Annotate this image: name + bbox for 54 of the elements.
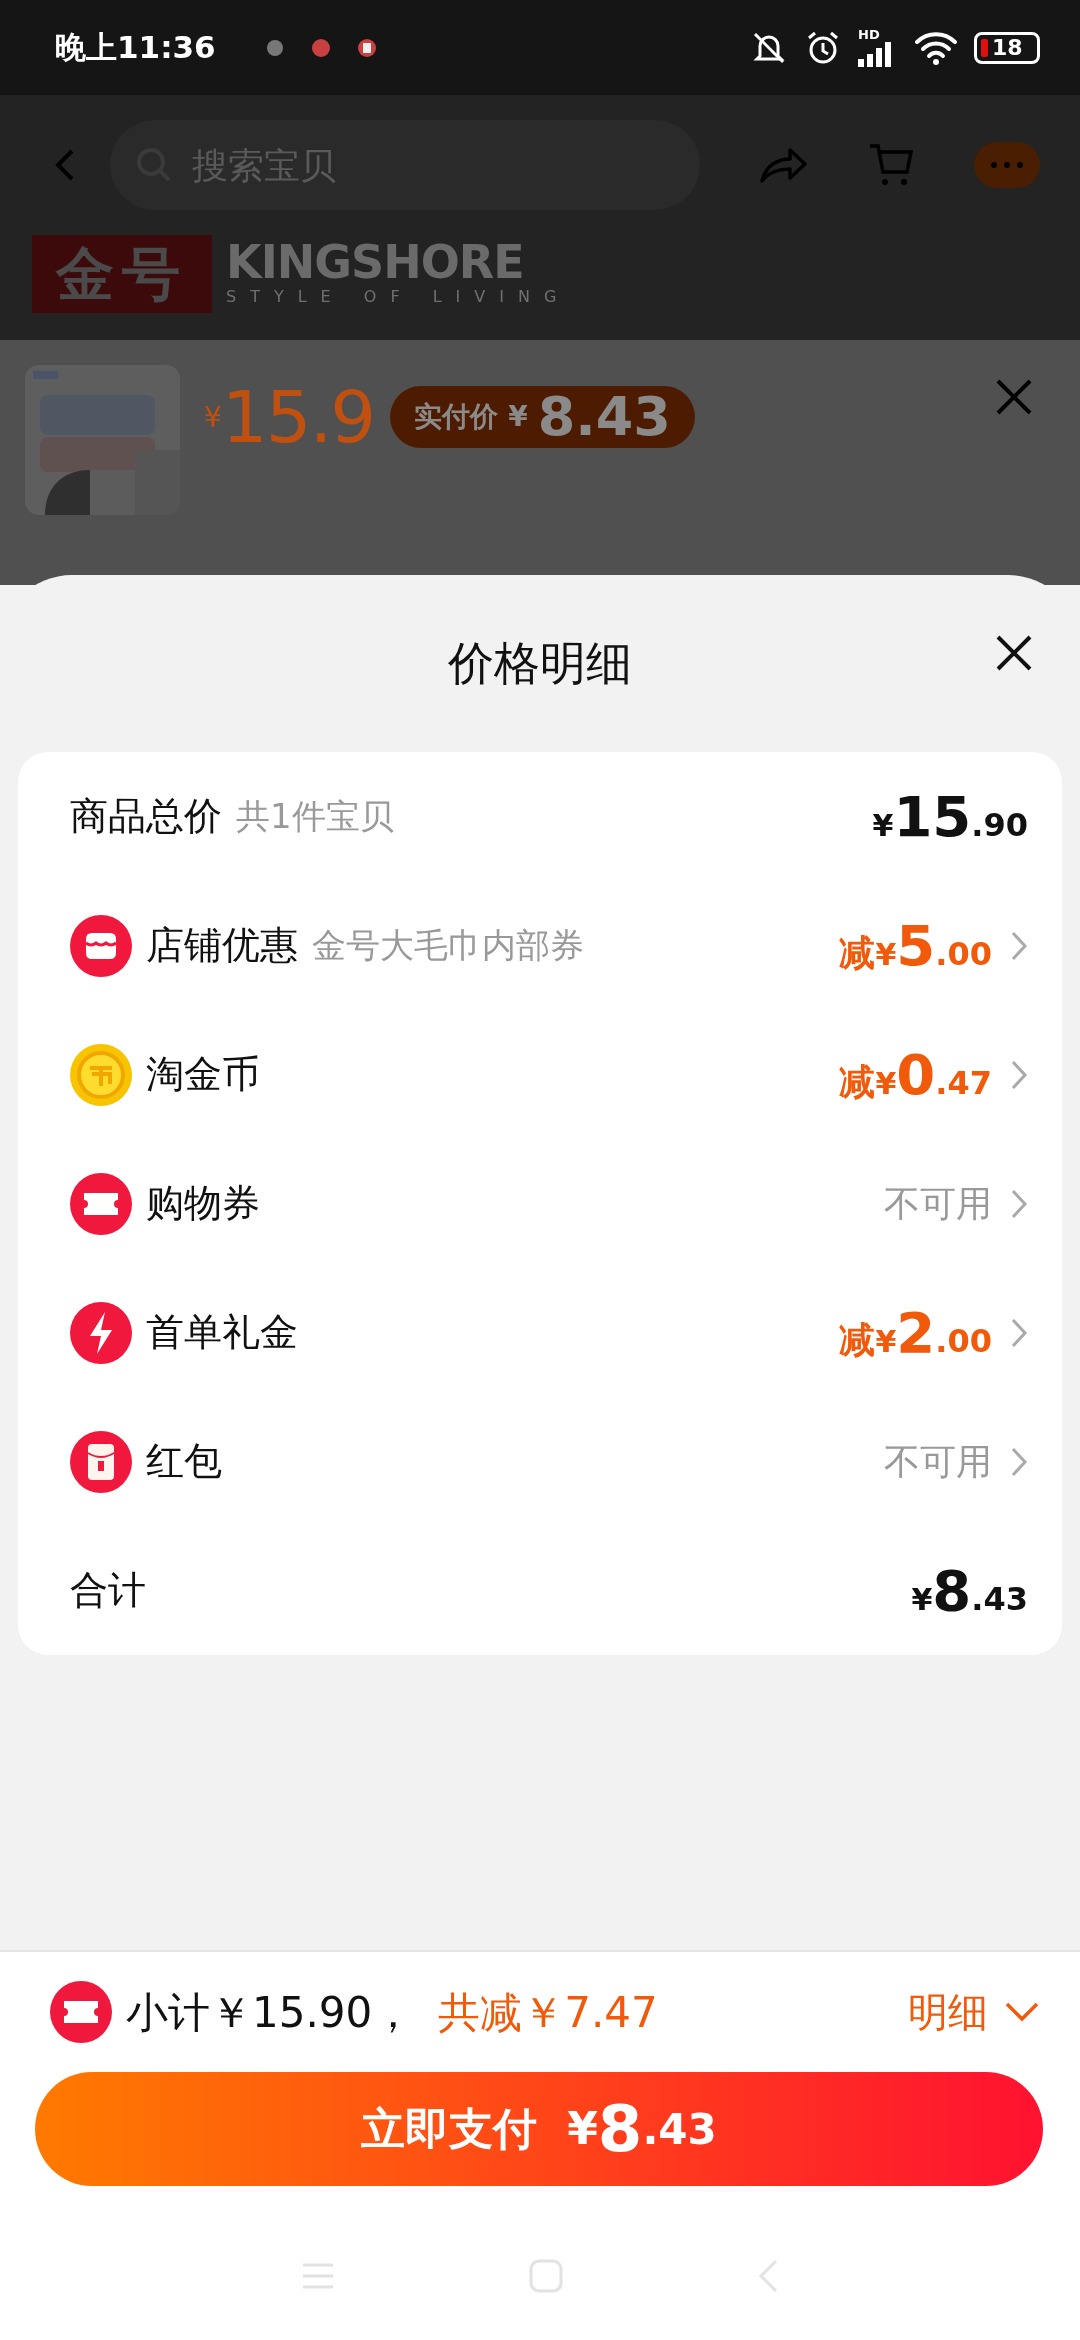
back-icon[interactable] — [756, 2258, 780, 2294]
wifi-icon — [914, 29, 958, 66]
discount-amount: 减¥5.00 — [839, 917, 992, 974]
paid-price-badge: 实付价 ¥ 8.43 — [390, 386, 695, 448]
close-icon — [994, 633, 1034, 673]
network-type: HD — [858, 28, 880, 41]
price-amount: ¥15.90 — [872, 788, 1028, 845]
unavailable-status: 不可用 — [884, 1439, 992, 1484]
sheet-title: 价格明细 — [448, 635, 632, 692]
row-label: 购物券 — [146, 1180, 260, 1227]
close-icon — [994, 377, 1034, 417]
coin-icon — [70, 1043, 132, 1106]
row-note: 共1件宝贝 — [236, 795, 394, 838]
row-note: 金号大毛巾内部券 — [312, 924, 584, 967]
row-label: 红包 — [146, 1438, 222, 1485]
brand-name: KINGSHORE — [226, 239, 525, 285]
more-icon — [989, 161, 1025, 169]
row-label: 店铺优惠 — [146, 922, 298, 969]
notification-icon — [355, 36, 378, 59]
brand-tagline: STYLE OF LIVING — [226, 286, 571, 308]
chevron-down-icon — [1004, 2001, 1040, 2023]
battery-fill — [981, 38, 988, 57]
lightning-icon — [70, 1301, 132, 1364]
product-price: ¥15.9 — [204, 381, 375, 453]
chevron-right-icon[interactable] — [1010, 1187, 1028, 1220]
pay-button[interactable]: 立即支付 ¥8.43 — [35, 2072, 1043, 2186]
cart-icon[interactable] — [868, 142, 914, 188]
home-icon[interactable] — [528, 2258, 564, 2294]
menu-icon[interactable] — [300, 2261, 336, 2291]
battery-level: 18 — [992, 36, 1023, 59]
more-button[interactable] — [974, 142, 1040, 188]
detail-toggle[interactable]: 明细 — [908, 1982, 1040, 2042]
row-label: 首单礼金 — [146, 1309, 298, 1356]
ticket-icon — [70, 1172, 132, 1235]
subtotal-text: 小计￥15.90， — [126, 1986, 415, 2039]
share-icon[interactable] — [758, 145, 808, 185]
row-label: 合计 — [70, 1567, 146, 1614]
row-label: 商品总价 — [70, 793, 222, 840]
reduction-text: 共减￥7.47 — [438, 1986, 658, 2039]
notification-icon — [309, 36, 332, 59]
discount-amount: 减¥0.47 — [839, 1046, 992, 1103]
brand-logo: 金号 — [32, 235, 212, 313]
status-time: 晚上11:36 — [55, 28, 216, 68]
chevron-right-icon[interactable] — [1010, 1445, 1028, 1478]
row-label: 淘金币 — [146, 1051, 260, 1098]
chevron-right-icon[interactable] — [1010, 1058, 1028, 1091]
chevron-right-icon[interactable] — [1010, 929, 1028, 962]
unavailable-status: 不可用 — [884, 1181, 992, 1226]
chevron-right-icon[interactable] — [1010, 1316, 1028, 1349]
ticket-icon — [50, 1981, 112, 2043]
price-amount: ¥8.43 — [911, 1562, 1028, 1619]
envelope-icon — [70, 1430, 132, 1493]
discount-amount: 减¥2.00 — [839, 1304, 992, 1361]
shop-icon — [70, 914, 132, 977]
